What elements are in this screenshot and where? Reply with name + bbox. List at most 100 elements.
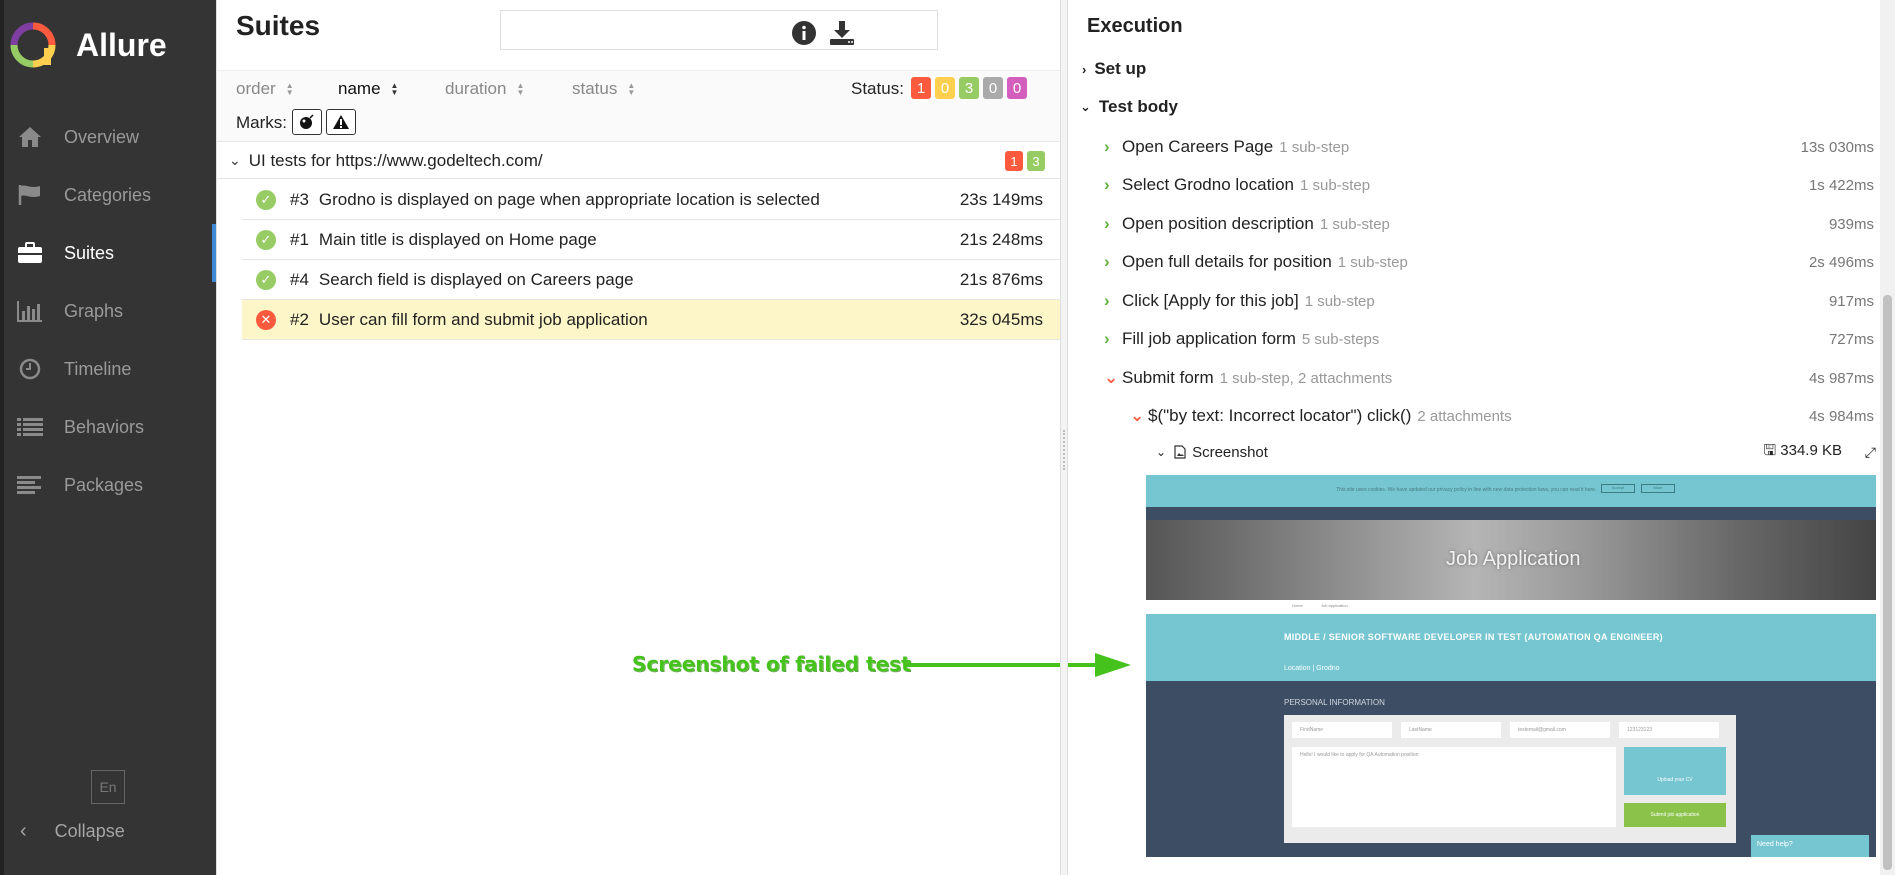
sidebar-item-label: Overview: [64, 126, 140, 147]
section-title: Execution: [1087, 15, 1183, 37]
test-number: #3: [290, 189, 309, 209]
test-row-selected[interactable]: ✕ #2 User can fill form and submit job a…: [242, 300, 1061, 340]
warning-icon: [333, 115, 349, 129]
annotation-label: Screenshot of failed test: [632, 652, 911, 676]
sidebar-item-overview[interactable]: Overview: [4, 108, 216, 166]
passed-status-icon: ✓: [256, 189, 276, 210]
step-duration: 4s 987ms: [1808, 369, 1874, 387]
step-row[interactable]: › Click [Apply for this job] 1 sub-step …: [1104, 286, 1874, 316]
sort-label: status: [572, 79, 618, 98]
step-duration: 2s 496ms: [1808, 253, 1874, 271]
sort-bar: order ▲ ▼ name ▲ ▼ duration ▲ ▼ status ▲ ▼ S…: [217, 70, 1061, 142]
briefcase-icon: [14, 240, 46, 266]
breadcrumb: Home Job application: [1146, 600, 1876, 614]
need-help-widget: Need help?: [1751, 835, 1869, 857]
step-name: Open full details for position: [1122, 252, 1332, 271]
step-duration: 1s 422ms: [1808, 176, 1874, 194]
test-name: Grodno is displayed on page when appropr…: [318, 189, 820, 209]
submit-application-button: Submit job application: [1624, 803, 1726, 827]
sort-label: duration: [445, 79, 507, 98]
test-body-section[interactable]: ⌄ Test body: [1080, 97, 1178, 117]
substep-row-failed[interactable]: ⌄ $("by text: Incorrect locator") click(…: [1130, 401, 1874, 431]
bomb-icon: [300, 114, 314, 129]
passed-filter-badge[interactable]: 3: [959, 77, 979, 99]
test-name: Main title is displayed on Home page: [318, 229, 597, 249]
test-row[interactable]: ✓ #1 Main title is displayed on Home pag…: [242, 220, 1061, 260]
file-image-icon: [1174, 445, 1186, 459]
attachment-size-label: 334.9 KB: [1780, 441, 1842, 459]
setup-label: Set up: [1094, 59, 1147, 78]
chevron-down-icon: ⌄: [1104, 368, 1119, 387]
chevron-down-icon: ⌄: [1080, 99, 1091, 114]
sidebar-item-graphs[interactable]: Graphs: [4, 282, 216, 340]
sidebar-item-label: Suites: [64, 242, 115, 263]
sort-by-name[interactable]: name ▲ ▼: [338, 79, 398, 99]
chevron-right-icon: ›: [1104, 252, 1110, 271]
chevron-right-icon: ›: [1104, 291, 1110, 310]
sidebar-item-timeline[interactable]: Timeline: [4, 340, 216, 398]
broken-filter-badge[interactable]: 0: [935, 77, 955, 99]
attachment-screenshot-image[interactable]: This site uses cookies. We have updated …: [1146, 475, 1876, 857]
attachment-size[interactable]: 🖫 334.9 KB: [1763, 440, 1842, 465]
step-name: Submit form: [1122, 368, 1214, 387]
test-row[interactable]: ✓ #4 Search field is displayed on Career…: [242, 260, 1061, 300]
sidebar-item-behaviors[interactable]: Behaviors: [4, 398, 216, 456]
known-issue-mark-button[interactable]: [326, 109, 356, 135]
step-row[interactable]: › Open position description 1 sub-step 9…: [1104, 209, 1874, 239]
step-duration: 727ms: [1828, 330, 1874, 348]
attachment-row[interactable]: ⌄ Screenshot 🖫 334.9 KB ⤢: [1156, 440, 1876, 464]
step-name: Select Grodno location: [1122, 175, 1294, 194]
skipped-filter-badge[interactable]: 0: [983, 77, 1003, 99]
search-input[interactable]: [500, 10, 938, 50]
sidebar-item-suites[interactable]: Suites: [4, 224, 216, 282]
sort-by-duration[interactable]: duration ▲ ▼: [445, 79, 524, 99]
sort-by-order[interactable]: order ▲ ▼: [236, 79, 294, 99]
step-row[interactable]: › Select Grodno location 1 sub-step 1s 4…: [1104, 170, 1874, 200]
sort-by-status[interactable]: status ▲ ▼: [572, 79, 635, 99]
marks-label: Marks:: [236, 113, 287, 132]
step-row[interactable]: › Fill job application form 5 sub-steps …: [1104, 324, 1874, 354]
sidebar-item-categories[interactable]: Categories: [4, 166, 216, 224]
step-substeps: 1 sub-step: [1279, 138, 1350, 156]
step-row[interactable]: › Open Careers Page 1 sub-step 13s 030ms: [1104, 132, 1874, 162]
step-substeps: 1 sub-step, 2 attachments: [1219, 369, 1393, 387]
cookie-text: This site uses cookies. We have updated …: [1336, 487, 1597, 493]
test-row[interactable]: ✓ #3 Grodno is displayed on page when ap…: [242, 180, 1061, 220]
step-row-failed[interactable]: ⌄ Submit form 1 sub-step, 2 attachments …: [1104, 363, 1874, 393]
collapse-button[interactable]: ‹ Collapse: [20, 820, 125, 843]
step-duration: 13s 030ms: [1800, 138, 1874, 156]
panel-resizer[interactable]: [1060, 0, 1068, 875]
test-number: #1: [290, 229, 309, 249]
bar-chart-icon: [14, 298, 46, 324]
sidebar-item-packages[interactable]: Packages: [4, 456, 216, 514]
failed-filter-badge[interactable]: 1: [911, 77, 931, 99]
breadcrumb-home: Home: [1292, 603, 1303, 608]
chevron-down-icon: ⌄: [229, 152, 241, 168]
step-substeps: 1 sub-step: [1337, 253, 1408, 271]
sort-label: name: [338, 79, 381, 98]
step-name: Fill job application form: [1122, 329, 1296, 348]
info-button[interactable]: [789, 18, 819, 48]
failed-count-badge: 1: [1005, 151, 1023, 171]
chevron-down-icon: ⌄: [1156, 445, 1167, 459]
sidebar-item-label: Categories: [64, 184, 152, 205]
flaky-mark-button[interactable]: [292, 109, 322, 135]
flag-icon: [14, 182, 46, 208]
scrollbar[interactable]: [1880, 0, 1895, 875]
suites-panel: Suites order ▲ ▼ name ▲ ▼ duration ▲ ▼ stat…: [216, 0, 1061, 875]
logo[interactable]: Allure: [10, 22, 167, 68]
step-substeps: 1 sub-step: [1319, 215, 1390, 233]
scrollbar-thumb[interactable]: [1883, 295, 1892, 870]
language-switch[interactable]: En: [91, 770, 125, 804]
setup-section[interactable]: › Set up: [1082, 59, 1146, 79]
test-duration: 21s 876ms: [959, 269, 1043, 289]
step-row[interactable]: › Open full details for position 1 sub-s…: [1104, 247, 1874, 277]
unknown-filter-badge[interactable]: 0: [1007, 77, 1027, 99]
download-button[interactable]: [827, 18, 857, 48]
save-icon: 🖫: [1763, 441, 1781, 459]
passed-count-badge: 3: [1027, 151, 1045, 171]
step-substeps: 5 sub-steps: [1301, 330, 1380, 348]
suite-group[interactable]: ⌄ UI tests for https://www.godeltech.com…: [217, 143, 1061, 179]
phone-field: 123123123: [1619, 722, 1719, 738]
expand-icon[interactable]: ⤢: [1865, 444, 1876, 461]
